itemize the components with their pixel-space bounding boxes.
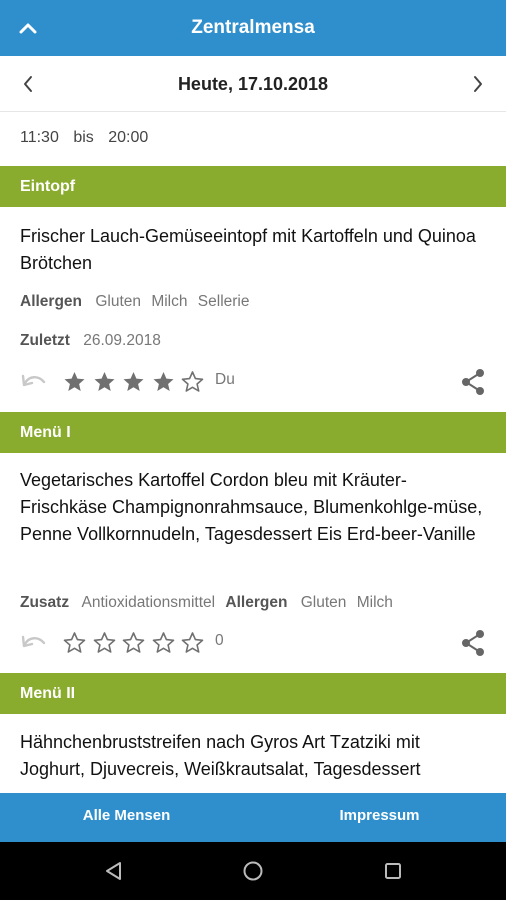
- rating-row: 0: [20, 629, 486, 659]
- bottom-navigation: Alle Mensen Impressum: [0, 793, 506, 842]
- allergen-row: Allergen Gluten Milch Sellerie: [20, 293, 256, 311]
- allergen-item: Milch: [151, 293, 188, 310]
- share-icon[interactable]: [460, 629, 486, 662]
- allergen-label: Allergen: [20, 293, 83, 310]
- date-navigation: Heute, 17.10.2018: [0, 56, 506, 112]
- star-outline-icon[interactable]: [90, 629, 120, 657]
- app-title: Zentralmensa: [191, 17, 315, 38]
- star-filled-icon[interactable]: [149, 368, 179, 396]
- current-date: Heute, 17.10.2018: [177, 74, 329, 94]
- star-filled-icon[interactable]: [90, 368, 120, 396]
- recents-square-icon[interactable]: [378, 856, 408, 886]
- star-outline-icon[interactable]: [149, 629, 179, 657]
- meal-card[interactable]: Frischer Lauch-Gemüseeintopf mit Kartoff…: [0, 207, 506, 412]
- last-served-row: Zuletzt 26.09.2018: [20, 332, 167, 350]
- meal-card[interactable]: Hähnchenbruststreifen nach Gyros Art Tza…: [0, 714, 506, 793]
- last-served-label: Zuletzt: [20, 332, 70, 349]
- share-icon[interactable]: [460, 368, 486, 401]
- allergen-item: Gluten: [300, 594, 347, 611]
- star-filled-icon[interactable]: [119, 368, 149, 396]
- chevron-right-icon[interactable]: [462, 68, 494, 100]
- allergen-item: Milch: [356, 594, 393, 611]
- allergen-label: Allergen: [225, 594, 288, 611]
- all-canteens-button[interactable]: Alle Mensen: [0, 793, 253, 842]
- star-outline-icon[interactable]: [178, 629, 208, 657]
- undo-icon[interactable]: [20, 631, 48, 658]
- back-triangle-icon[interactable]: [99, 856, 129, 886]
- section-header-eintopf: Eintopf: [0, 166, 506, 207]
- allergen-item: Sellerie: [197, 293, 250, 310]
- star-outline-icon[interactable]: [178, 368, 208, 396]
- undo-icon[interactable]: [20, 370, 48, 397]
- additives-label: Zusatz: [20, 594, 70, 611]
- meal-name: Frischer Lauch-Gemüseeintopf mit Kartoff…: [20, 226, 476, 273]
- system-navigation-bar: [0, 842, 506, 900]
- star-outline-icon[interactable]: [119, 629, 149, 657]
- star-rating[interactable]: [60, 368, 208, 396]
- allergen-item: Gluten: [95, 293, 141, 310]
- additive-item: Antioxidationsmittel: [81, 594, 216, 611]
- rating-count: 0: [215, 632, 224, 649]
- star-filled-icon[interactable]: [60, 368, 90, 396]
- rating-row: Du: [20, 368, 486, 398]
- hours-separator: bis: [73, 129, 94, 146]
- star-outline-icon[interactable]: [60, 629, 90, 657]
- star-rating[interactable]: [60, 629, 208, 657]
- hours-from: 11:30: [20, 129, 59, 146]
- home-circle-icon[interactable]: [238, 856, 268, 886]
- rating-text: Du: [215, 371, 235, 388]
- meal-name: Hähnchenbruststreifen nach Gyros Art Tza…: [20, 732, 421, 779]
- section-header-menu-2: Menü II: [0, 673, 506, 714]
- additives-allergen-row: Zusatz Antioxidationsmittel Allergen Glu…: [20, 594, 399, 612]
- app-bar: Zentralmensa: [0, 0, 506, 56]
- imprint-button[interactable]: Impressum: [253, 793, 506, 842]
- last-served-date: 26.09.2018: [83, 332, 161, 349]
- meal-name: Vegetarisches Kartoffel Cordon bleu mit …: [20, 470, 483, 544]
- section-header-menu-1: Menü I: [0, 412, 506, 453]
- meal-card[interactable]: Vegetarisches Kartoffel Cordon bleu mit …: [0, 453, 506, 673]
- hours-to: 20:00: [108, 129, 149, 146]
- opening-hours: 11:30 bis 20:00: [0, 113, 506, 166]
